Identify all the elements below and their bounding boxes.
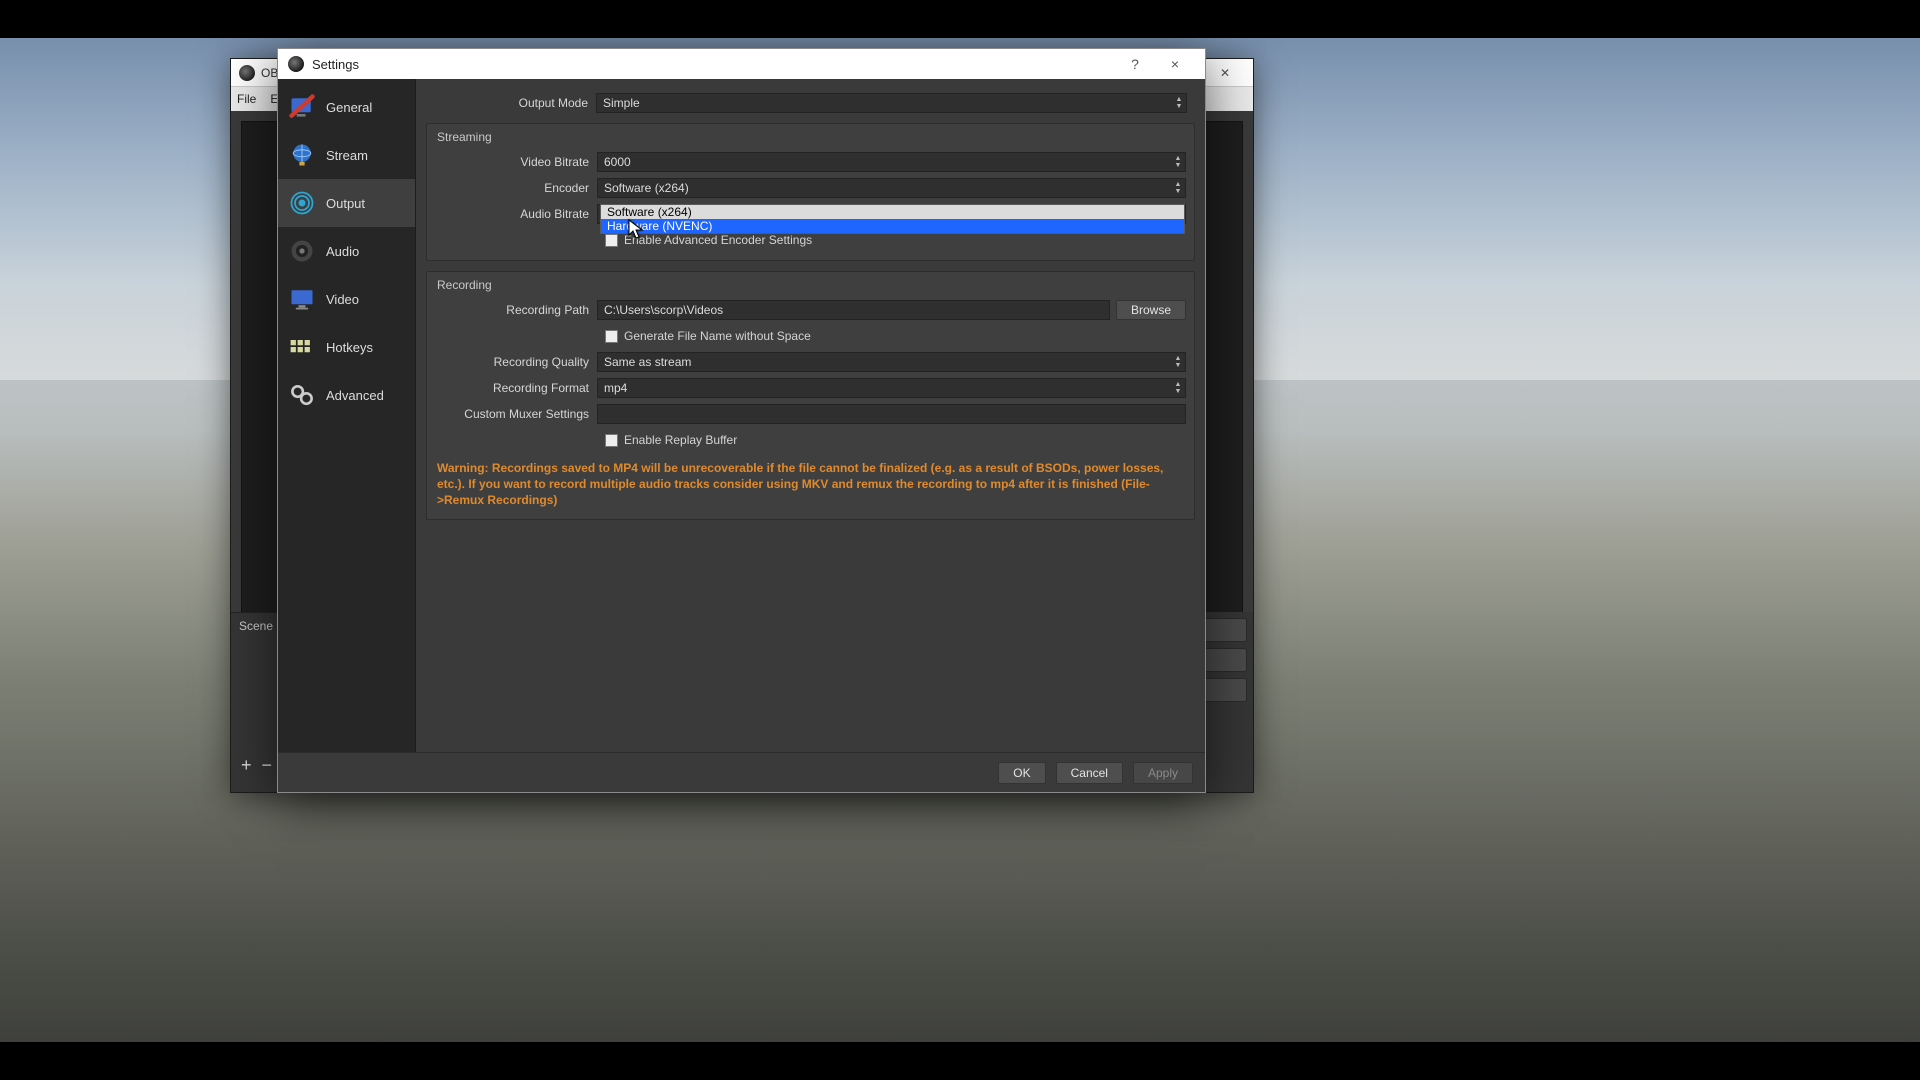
settings-dialog: Settings ? × General Stream O <box>277 48 1206 793</box>
recording-legend: Recording <box>427 272 1194 296</box>
sidebar-item-advanced[interactable]: Advanced <box>278 371 415 419</box>
streaming-group: Streaming Video Bitrate 6000 ▲▼ Encoder … <box>426 123 1195 261</box>
recording-group: Recording Recording Path C:\Users\scorp\… <box>426 271 1195 520</box>
recording-path-label: Recording Path <box>427 303 597 317</box>
sidebar-item-hotkeys[interactable]: Hotkeys <box>278 323 415 371</box>
menu-file[interactable]: File <box>237 92 256 106</box>
gears-icon <box>288 381 316 409</box>
sidebar-item-label: Output <box>326 196 365 211</box>
apply-button[interactable]: Apply <box>1133 762 1193 784</box>
output-mode-select[interactable]: Simple <box>596 93 1187 113</box>
wrench-icon <box>288 93 316 121</box>
sidebar-item-output[interactable]: Output <box>278 179 415 227</box>
sidebar-item-label: Video <box>326 292 359 307</box>
sidebar-item-stream[interactable]: Stream <box>278 131 415 179</box>
sidebar-item-video[interactable]: Video <box>278 275 415 323</box>
encoder-select[interactable]: Software (x264) <box>597 178 1186 198</box>
speaker-icon <box>288 237 316 265</box>
window-close-icon[interactable]: ✕ <box>1205 62 1245 84</box>
cancel-button[interactable]: Cancel <box>1056 762 1123 784</box>
sidebar-item-audio[interactable]: Audio <box>278 227 415 275</box>
settings-sidebar: General Stream Output Audio <box>278 79 416 752</box>
streaming-legend: Streaming <box>427 124 1194 148</box>
sidebar-item-label: Advanced <box>326 388 384 403</box>
browse-button[interactable]: Browse <box>1116 300 1186 320</box>
sidebar-item-label: Stream <box>326 148 368 163</box>
encoder-option-software[interactable]: Software (x264) <box>601 205 1184 219</box>
recording-format-select[interactable]: mp4 <box>597 378 1186 398</box>
settings-form: Output Mode Simple ▲▼ Streaming Video Bi… <box>416 79 1205 752</box>
recording-format-label: Recording Format <box>427 381 597 395</box>
custom-muxer-label: Custom Muxer Settings <box>427 407 597 421</box>
obs-logo-icon <box>288 56 304 72</box>
sidebar-item-label: Hotkeys <box>326 340 373 355</box>
add-scene-button[interactable]: + <box>241 755 252 776</box>
output-mode-label: Output Mode <box>426 96 596 110</box>
encoder-dropdown[interactable]: Software (x264) Hardware (NVENC) <box>600 204 1185 234</box>
recording-quality-select[interactable]: Same as stream <box>597 352 1186 372</box>
mp4-warning: Warning: Recordings saved to MP4 will be… <box>427 454 1194 519</box>
custom-muxer-input[interactable] <box>597 404 1186 424</box>
settings-titlebar: Settings ? × <box>278 49 1205 79</box>
settings-title: Settings <box>312 57 359 72</box>
replay-buffer-checkbox[interactable]: Enable Replay Buffer <box>605 433 737 447</box>
close-button[interactable]: × <box>1155 51 1195 77</box>
encoder-label: Encoder <box>427 181 597 195</box>
sidebar-item-label: General <box>326 100 372 115</box>
settings-footer: OK Cancel Apply <box>278 752 1205 792</box>
video-bitrate-label: Video Bitrate <box>427 155 597 169</box>
recording-path-input[interactable]: C:\Users\scorp\Videos <box>597 300 1110 320</box>
keyboard-icon <box>288 333 316 361</box>
sidebar-item-label: Audio <box>326 244 359 259</box>
generate-filename-checkbox[interactable]: Generate File Name without Space <box>605 329 811 343</box>
monitor-icon <box>288 285 316 313</box>
recording-quality-label: Recording Quality <box>427 355 597 369</box>
video-bitrate-input[interactable]: 6000 <box>597 152 1186 172</box>
encoder-option-hardware[interactable]: Hardware (NVENC) <box>601 219 1184 233</box>
ok-button[interactable]: OK <box>998 762 1045 784</box>
obs-logo-icon <box>239 65 255 81</box>
remove-scene-button[interactable]: − <box>262 755 273 776</box>
sidebar-item-general[interactable]: General <box>278 83 415 131</box>
broadcast-icon <box>288 189 316 217</box>
audio-bitrate-label: Audio Bitrate <box>427 207 597 221</box>
globe-icon <box>288 141 316 169</box>
help-button[interactable]: ? <box>1115 51 1155 77</box>
